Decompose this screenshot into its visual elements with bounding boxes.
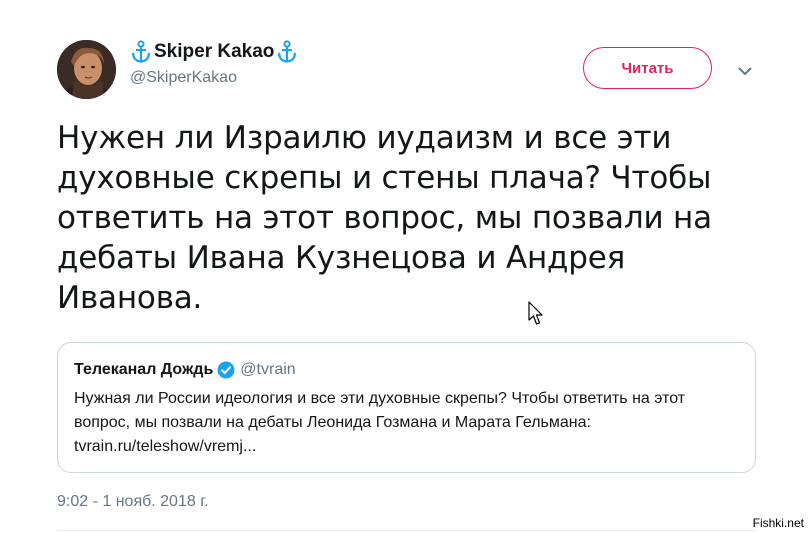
quoted-tweet-card[interactable]: Телеканал Дождь @tvrain Нужная ли России…: [57, 342, 756, 473]
tweet-text-line: духовные скрепы и стены плача? Чтобы: [57, 160, 712, 196]
author-handle[interactable]: @SkiperKakao: [130, 69, 298, 87]
tweet-text-line: Нужен ли Израилю иудаизм и все эти: [57, 120, 672, 156]
mouse-cursor-icon: [528, 301, 543, 325]
tweet-text: Нужен ли Израилю иудаизм и все эти духов…: [57, 118, 747, 318]
more-options-button[interactable]: [734, 60, 756, 82]
quoted-text-link[interactable]: tvrain.ru/teleshow/vremj...: [74, 435, 744, 459]
quoted-text-line: Нужная ли России идеология и все эти дух…: [74, 390, 686, 407]
tweet-text-line: ответить на этот вопрос, мы позвали на: [57, 200, 712, 236]
anchor-icon: [276, 40, 298, 64]
tweet: Skiper Kakao @SkiperKakao Читать Нужен л…: [0, 0, 808, 533]
display-name-text: Skiper Kakao: [154, 41, 275, 62]
follow-button[interactable]: Читать: [583, 47, 712, 89]
anchor-icon: [130, 40, 152, 64]
avatar-portrait-image: [57, 40, 116, 99]
display-name[interactable]: Skiper Kakao: [130, 40, 298, 64]
quoted-author-handle[interactable]: @tvrain: [240, 360, 295, 380]
divider: [57, 530, 756, 531]
quoted-author-name[interactable]: Телеканал Дождь: [74, 360, 213, 380]
verified-badge-icon: [217, 361, 235, 379]
watermark: Fishki.net: [750, 516, 806, 530]
tweet-timestamp[interactable]: 9:02 - 1 нояб. 2018 г.: [57, 492, 209, 512]
quoted-tweet-text: Нужная ли России идеология и все эти дух…: [74, 387, 744, 459]
avatar[interactable]: [57, 40, 116, 99]
quoted-text-line: вопрос, мы позвали на дебаты Леонида Гоз…: [74, 414, 591, 431]
tweet-text-line: Иванова.: [57, 280, 203, 316]
quoted-tweet-header: Телеканал Дождь @tvrain: [74, 360, 296, 380]
author-names[interactable]: Skiper Kakao @SkiperKakao: [130, 40, 298, 87]
chevron-down-icon: [738, 67, 752, 75]
tweet-text-line: дебаты Ивана Кузнецова и Андрея: [57, 240, 626, 276]
